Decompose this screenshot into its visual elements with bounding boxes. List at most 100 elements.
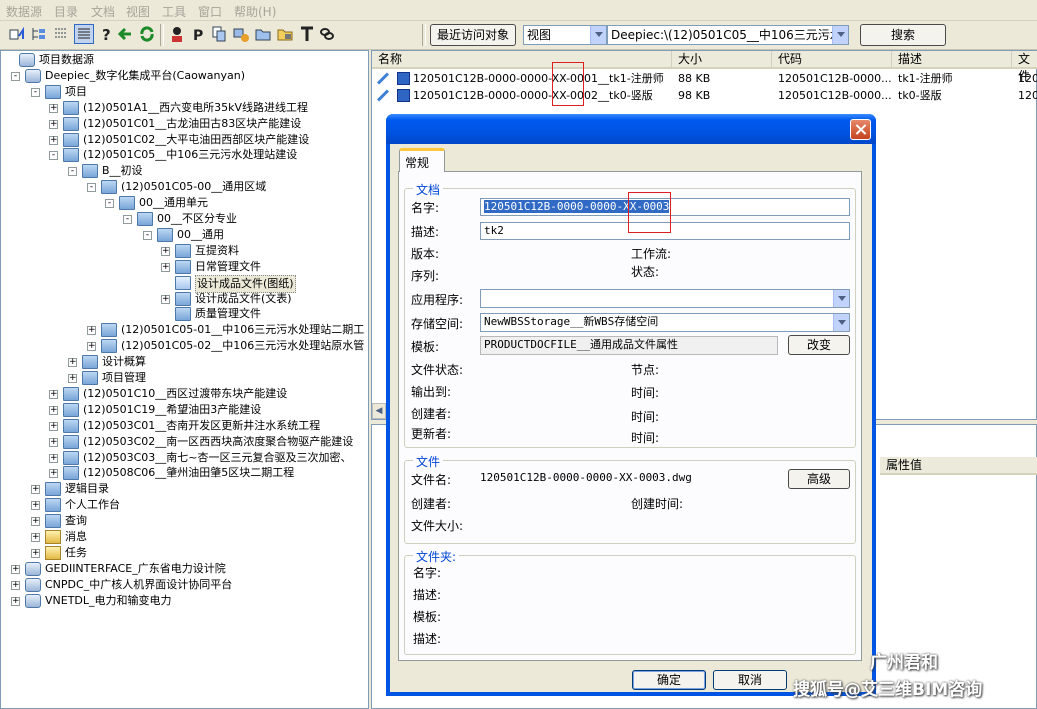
ok-button[interactable]: 确定 <box>632 670 706 690</box>
tree-node[interactable]: + (12)0501C05-02__中106三元污水处理站原水管 <box>1 338 368 354</box>
expand-icon[interactable]: + <box>49 421 58 431</box>
network-icon[interactable] <box>232 25 250 43</box>
tree-node[interactable]: - B__初设 <box>1 163 368 179</box>
recent-objects-button[interactable]: 最近访问对象 <box>430 24 516 46</box>
close-icon[interactable] <box>850 119 871 140</box>
tree-node[interactable]: - 00__不区分专业 <box>1 211 368 227</box>
menu-document[interactable]: 文档 <box>91 3 115 20</box>
col-header-size[interactable]: 大小 <box>672 51 772 69</box>
change-button[interactable]: 改变 <box>788 335 850 355</box>
collapse-icon[interactable]: - <box>11 71 20 81</box>
datasource-tree[interactable]: 项目数据源 - Deepiec_数字化集成平台(Caowanyan) - 项目 + (12)… <box>0 50 369 709</box>
tree-node[interactable]: + (12)0501C02__大平屯油田西部区块产能建设 <box>1 132 368 148</box>
user-icon[interactable] <box>168 25 186 43</box>
collapse-icon[interactable]: - <box>143 230 152 240</box>
col-header-desc[interactable]: 描述 <box>892 51 1012 69</box>
tree-node[interactable]: + 互提资料 <box>1 243 368 259</box>
tree-node[interactable]: 项目数据源 <box>1 52 368 68</box>
tree-node[interactable]: + (12)0501C10__西区过渡带东块产能建设 <box>1 386 368 402</box>
tree-node[interactable]: + (12)0503C03__南七~杏一区三元复合驱及三次加密、 <box>1 450 368 466</box>
collapse-icon[interactable]: - <box>31 87 40 97</box>
tree-node[interactable]: + 任务 <box>1 545 368 561</box>
cancel-button[interactable]: 取消 <box>713 670 787 690</box>
tree-node[interactable]: + (12)0501A1__西六变电所35kV线路进线工程 <box>1 100 368 116</box>
tree-node[interactable]: + (12)0501C05-01__中106三元污水处理站二期工 <box>1 322 368 338</box>
path-combo[interactable]: Deepiec:\(12)0501C05__中106三元污水 <box>607 25 849 45</box>
collapse-icon[interactable]: - <box>105 199 114 209</box>
list-item[interactable]: 120501C12B-0000-0000-XX-0002__tk0-竖版 98 … <box>372 87 1037 104</box>
menu-datasource[interactable]: 数据源 <box>6 3 42 20</box>
tree-node[interactable]: + 设计成品文件(文表) <box>1 291 368 307</box>
tree-node[interactable]: + 逻辑目录 <box>1 481 368 497</box>
back-arrow-icon[interactable] <box>116 25 134 43</box>
tree-view-icon[interactable] <box>30 25 48 43</box>
expand-icon[interactable]: + <box>161 294 170 304</box>
view-combo[interactable]: 视图 <box>523 25 607 45</box>
tree-node[interactable]: + (12)0501C01__古龙油田古83区块产能建设 <box>1 116 368 132</box>
chevron-down-icon[interactable] <box>833 314 849 331</box>
expand-icon[interactable]: + <box>68 374 77 383</box>
tree-node[interactable]: + (12)0508C06__肇州油田肇5区块二期工程 <box>1 465 368 481</box>
expand-icon[interactable]: + <box>49 453 58 463</box>
tree-node[interactable]: + (12)0503C01__杏南开发区更新井注水系统工程 <box>1 418 368 434</box>
tree-node[interactable]: + 查询 <box>1 513 368 529</box>
expand-icon[interactable]: + <box>161 246 170 256</box>
tree-node[interactable]: 设计成品文件(图纸) <box>1 274 368 293</box>
tree-node[interactable]: + 消息 <box>1 529 368 545</box>
tree-node[interactable]: + 个人工作台 <box>1 497 368 513</box>
tab-general[interactable]: 常规 <box>399 148 445 172</box>
refresh-icon[interactable] <box>138 25 156 43</box>
col-header-property-value[interactable]: 属性值 <box>880 457 1037 475</box>
expand-icon[interactable]: + <box>31 517 40 527</box>
expand-icon[interactable]: + <box>161 262 170 272</box>
expand-icon[interactable]: + <box>31 533 40 542</box>
tree-node[interactable]: + VNETDL_电力和输变电力 <box>1 593 368 609</box>
list-item[interactable]: 120501C12B-0000-0000-XX-0001__tk1-注册师 88… <box>372 70 1037 87</box>
tree-node[interactable]: - (12)0501C05__中106三元污水处理站建设 <box>1 147 368 163</box>
tree-node[interactable]: + GEDIINTERFACE_广东省电力设计院 <box>1 561 368 577</box>
tree-node[interactable]: - 00__通用单元 <box>1 195 368 211</box>
expand-icon[interactable]: + <box>31 501 40 511</box>
expand-icon[interactable]: + <box>49 135 58 145</box>
folder-icon[interactable] <box>254 25 272 43</box>
dialog-title-bar[interactable] <box>386 114 876 144</box>
expand-icon[interactable]: + <box>11 564 20 574</box>
expand-icon[interactable]: + <box>31 548 40 558</box>
col-header-code[interactable]: 代码 <box>772 51 892 69</box>
expand-icon[interactable]: + <box>49 437 58 447</box>
list-view-icon[interactable] <box>52 25 70 43</box>
tree-node[interactable]: + 设计概算 <box>1 354 368 370</box>
expand-icon[interactable]: + <box>11 596 20 606</box>
app-combo[interactable] <box>480 289 850 308</box>
expand-icon[interactable]: + <box>31 485 40 495</box>
menu-tools[interactable]: 工具 <box>162 3 186 20</box>
details-view-button[interactable] <box>74 24 94 44</box>
collapse-icon[interactable]: - <box>49 151 58 161</box>
copy-icon[interactable] <box>210 25 228 43</box>
col-header-file[interactable]: 文件 <box>1012 51 1037 83</box>
tree-node[interactable]: - 项目 <box>1 84 368 100</box>
up-folder-icon[interactable] <box>8 25 26 43</box>
expand-icon[interactable]: + <box>49 119 58 129</box>
chevron-down-icon[interactable] <box>833 290 849 307</box>
folder-lock-icon[interactable] <box>276 25 294 43</box>
expand-icon[interactable]: + <box>49 469 58 479</box>
text-tool-icon[interactable] <box>298 25 316 43</box>
chevron-down-icon[interactable] <box>590 26 606 44</box>
expand-icon[interactable]: + <box>87 326 96 336</box>
link-chain-icon[interactable] <box>318 25 336 43</box>
collapse-icon[interactable]: - <box>123 215 132 224</box>
collapse-icon[interactable]: - <box>68 167 77 177</box>
search-button[interactable]: 搜索 <box>860 24 946 46</box>
col-header-name[interactable]: 名称 <box>372 51 672 69</box>
tree-node[interactable]: - (12)0501C05-00__通用区域 <box>1 179 368 195</box>
tree-node[interactable]: - Deepiec_数字化集成平台(Caowanyan) <box>1 68 368 84</box>
help-question-icon[interactable]: ? <box>98 25 116 43</box>
expand-icon[interactable]: + <box>49 389 58 399</box>
tree-node[interactable]: - 00__通用 <box>1 227 368 243</box>
menu-help[interactable]: 帮助(H) <box>234 3 276 20</box>
tree-node[interactable]: + (12)0503C02__南一区西西块高浓度聚合物驱产能建设 <box>1 434 368 450</box>
tree-node[interactable]: + 项目管理 <box>1 370 368 386</box>
expand-icon[interactable]: + <box>87 342 96 352</box>
advanced-button[interactable]: 高级 <box>788 469 850 489</box>
